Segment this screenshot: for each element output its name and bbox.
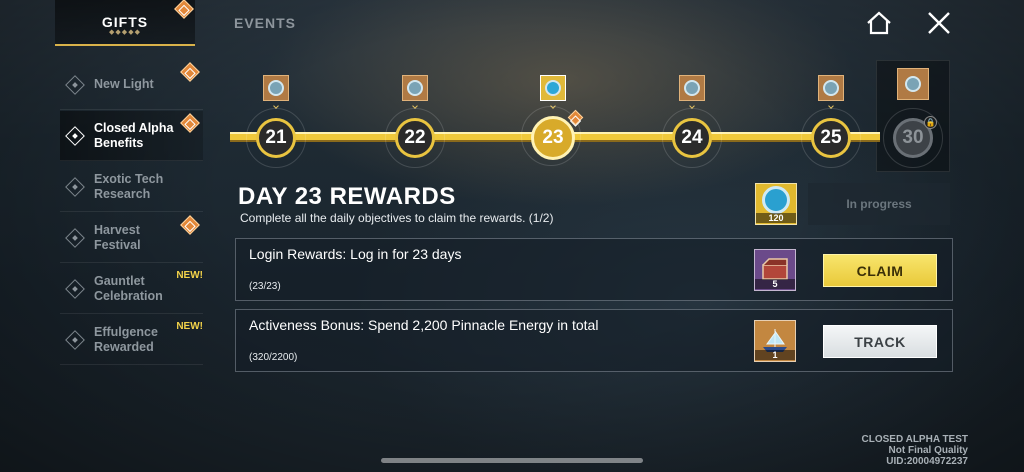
day-node-22[interactable]: 22 — [385, 108, 445, 168]
quality-label: Not Final Quality — [888, 445, 968, 456]
sidebar-item-label: Exotic Tech Research — [94, 171, 164, 201]
close-button[interactable] — [924, 8, 954, 38]
sidebar-item-label: Effulgence Rewarded — [94, 324, 158, 354]
diamond-icon — [65, 329, 85, 350]
coin-icon — [407, 80, 423, 96]
task-reward-item[interactable]: 5 — [754, 249, 796, 291]
notification-badge-icon — [174, 0, 194, 19]
uid-label: UID:20004972237 — [886, 456, 968, 467]
day-rewards-subtitle: Complete all the daily objectives to cla… — [240, 211, 554, 225]
top-tabs: GIFTS ◆◆◆◆◆ EVENTS — [55, 0, 335, 46]
reward-count: 120 — [756, 213, 796, 223]
coin-icon — [823, 80, 839, 96]
day-number: 24 — [672, 118, 712, 158]
track-button[interactable]: TRACK — [823, 325, 937, 358]
reward-count: 1 — [755, 350, 795, 360]
day-reward-item[interactable]: 120 — [755, 183, 797, 225]
build-label: CLOSED ALPHA TEST — [861, 434, 968, 445]
sidebar-item-label: Harvest Festival — [94, 222, 141, 252]
home-button[interactable] — [864, 8, 894, 38]
close-icon — [928, 12, 950, 34]
sidebar-item-closed-alpha-benefits[interactable]: Closed Alpha Benefits — [60, 111, 203, 161]
home-icon — [867, 11, 891, 35]
coin-icon — [545, 80, 561, 96]
task-title: Activeness Bonus: Spend 2,200 Pinnacle E… — [249, 317, 599, 333]
coin-icon — [268, 80, 284, 96]
tab-gifts[interactable]: GIFTS ◆◆◆◆◆ — [55, 0, 195, 46]
reward-count: 5 — [755, 279, 795, 289]
home-indicator-bar[interactable] — [381, 458, 643, 463]
task-title: Login Rewards: Log in for 23 days — [249, 246, 462, 262]
sidebar-item-new-light[interactable]: New Light — [60, 60, 203, 110]
diamond-icon — [65, 176, 85, 197]
task-progress: (320/2200) — [249, 352, 298, 363]
day-number: 22 — [395, 118, 435, 158]
new-tag: NEW! — [176, 270, 203, 281]
sidebar-item-gauntlet-celebration[interactable]: Gauntlet Celebration NEW! — [60, 264, 203, 314]
diamond-icon — [65, 227, 85, 248]
sidebar-item-label: New Light — [94, 77, 154, 91]
day-reward-icon[interactable] — [818, 75, 844, 101]
diamond-icon — [65, 74, 85, 95]
day-node-25[interactable]: 25 — [801, 108, 861, 168]
sidebar-item-exotic-tech-research[interactable]: Exotic Tech Research — [60, 162, 203, 212]
day-reward-icon[interactable] — [679, 75, 705, 101]
sidebar: New Light Closed Alpha Benefits Exotic T… — [60, 60, 203, 366]
claim-button[interactable]: CLAIM — [823, 254, 937, 287]
diamond-icon — [65, 278, 85, 299]
day-node-30[interactable]: 30 🔒 — [883, 108, 943, 168]
lock-icon: 🔒 — [924, 116, 937, 129]
day-node-24[interactable]: 24 — [662, 108, 722, 168]
day-reward-icon[interactable] — [402, 75, 428, 101]
sidebar-item-label: Gauntlet Celebration — [94, 273, 163, 303]
task-row-activeness: Activeness Bonus: Spend 2,200 Pinnacle E… — [235, 309, 953, 372]
day-rewards-title: DAY 23 REWARDS — [238, 183, 456, 210]
task-reward-item[interactable]: 1 — [754, 320, 796, 362]
coin-icon — [905, 76, 921, 92]
day-node-23[interactable]: 23 — [521, 106, 584, 166]
notification-badge-icon — [180, 62, 200, 82]
task-row-login: Login Rewards: Log in for 23 days (23/23… — [235, 238, 953, 301]
tab-events[interactable]: EVENTS — [195, 0, 335, 46]
day-reward-icon[interactable] — [263, 75, 289, 101]
status-in-progress: In progress — [808, 183, 950, 225]
sidebar-item-harvest-festival[interactable]: Harvest Festival — [60, 213, 203, 263]
sidebar-item-label: Closed Alpha Benefits — [94, 120, 174, 150]
build-watermark: CLOSED ALPHA TEST Not Final Quality UID:… — [862, 434, 968, 467]
day-number: 25 — [811, 118, 851, 158]
tab-active-ornament: ◆◆◆◆◆ — [109, 29, 141, 36]
diamond-icon — [65, 125, 85, 146]
tab-events-label: EVENTS — [233, 15, 296, 31]
day-number: 21 — [256, 118, 296, 158]
day-reward-icon[interactable] — [540, 75, 566, 101]
coin-icon — [684, 80, 700, 96]
day-node-21[interactable]: 21 — [246, 108, 306, 168]
task-progress: (23/23) — [249, 281, 281, 292]
day-number: 23 — [531, 116, 575, 160]
day-reward-icon[interactable] — [897, 68, 929, 100]
notification-badge-icon — [180, 215, 200, 235]
sidebar-item-effulgence-rewarded[interactable]: Effulgence Rewarded NEW! — [60, 315, 203, 365]
new-tag: NEW! — [176, 321, 203, 332]
coin-icon — [762, 186, 790, 214]
